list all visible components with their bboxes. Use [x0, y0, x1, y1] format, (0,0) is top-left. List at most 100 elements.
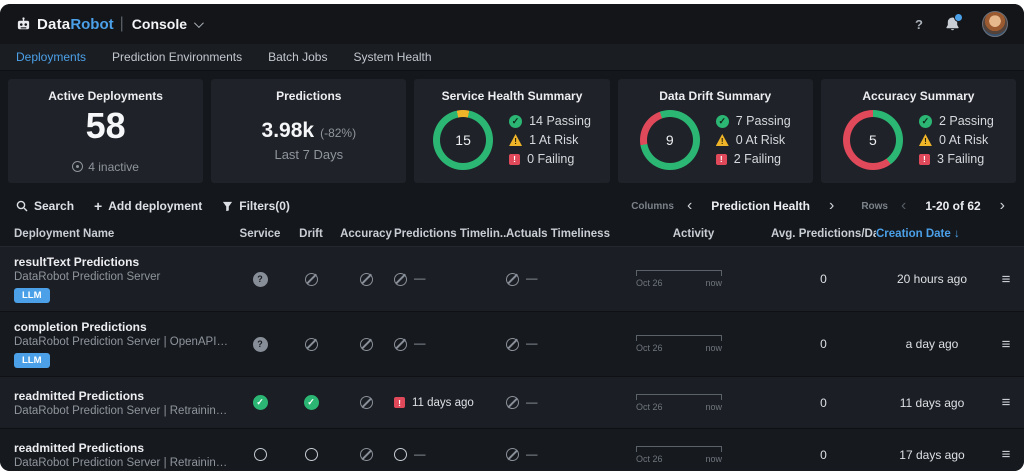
col-accuracy[interactable]: Accuracy — [338, 228, 394, 240]
rows-next-button[interactable]: › — [997, 198, 1008, 214]
brand-robot: Robot — [70, 16, 113, 33]
col-predictions-timeliness[interactable]: Predictions Timelin... — [394, 228, 506, 240]
tab-system-health[interactable]: System Health — [353, 50, 431, 64]
table-row[interactable]: readmitted PredictionsDataRobot Predicti… — [0, 377, 1024, 429]
card-title: Active Deployments — [48, 89, 163, 103]
notifications-button[interactable] — [945, 16, 960, 32]
predictions-timeliness-cell: — — [394, 338, 506, 351]
inactive-note: 4 inactive — [72, 160, 139, 174]
col-avg-predictions[interactable]: Avg. Predictions/Day — [771, 228, 876, 240]
row-menu-button[interactable]: ≡ — [988, 271, 1024, 288]
creation-date-value: a day ago — [876, 337, 988, 351]
creation-date-value: 17 days ago — [876, 448, 988, 462]
predictions-timeliness-cell: — — [394, 273, 506, 286]
inactive-icon — [72, 161, 83, 172]
row-menu-button[interactable]: ≡ — [988, 446, 1024, 463]
drift-status-cell: ✓ — [284, 395, 338, 410]
sort-down-icon: ↓ — [954, 228, 960, 240]
tab-deployments[interactable]: Deployments — [16, 50, 86, 64]
none-status-icon — [506, 396, 519, 409]
none-status-icon — [506, 273, 519, 286]
actuals-timeliness-cell: — — [506, 396, 616, 409]
console-switcher[interactable]: Console — [132, 16, 201, 32]
columns-prev-button[interactable]: ‹ — [684, 198, 695, 214]
drift-status-cell — [284, 448, 338, 461]
row-menu-button[interactable]: ≡ — [988, 336, 1024, 353]
avatar[interactable] — [982, 11, 1008, 37]
col-drift[interactable]: Drift — [284, 228, 338, 240]
actuals-timeliness-cell: — — [506, 338, 616, 351]
data-drift-legend: ✓7 Passing !0 At Risk !2 Failing — [716, 114, 791, 166]
deployment-name: readmitted Predictions — [14, 441, 236, 455]
timeliness-text: — — [414, 338, 426, 350]
legend-label: 0 At Risk — [939, 133, 988, 147]
table-row[interactable]: resultText PredictionsDataRobot Predicti… — [0, 247, 1024, 312]
creation-date-value: 20 hours ago — [876, 272, 988, 286]
inactive-label: 4 inactive — [88, 160, 139, 174]
failing-icon: ! — [716, 154, 727, 165]
add-deployment-label: Add deployment — [108, 199, 202, 213]
avg-predictions-value: 0 — [771, 337, 876, 351]
col-deployment-name[interactable]: Deployment Name — [14, 228, 236, 240]
card-title: Service Health Summary — [442, 89, 583, 103]
sparkline-plot — [636, 394, 722, 400]
legend-label: 1 At Risk — [529, 133, 578, 147]
table-row[interactable]: readmitted PredictionsDataRobot Predicti… — [0, 429, 1024, 471]
filters-button[interactable]: Filters(0) — [222, 199, 290, 213]
help-button[interactable]: ? — [915, 17, 923, 32]
timeliness-text: — — [526, 273, 538, 285]
passing-status-icon: ✓ — [304, 395, 319, 410]
col-creation-date[interactable]: Creation Date ↓ — [876, 228, 988, 240]
llm-badge: LLM — [14, 288, 50, 303]
datarobot-logo[interactable]: DataRobot — [16, 16, 114, 33]
deployment-subtitle: DataRobot Prediction Server | OpenAPI LL… — [14, 336, 229, 348]
deployments-table: resultText PredictionsDataRobot Predicti… — [0, 247, 1024, 471]
col-service[interactable]: Service — [236, 228, 284, 240]
deployment-name-cell: resultText PredictionsDataRobot Predicti… — [14, 255, 236, 303]
sparkline-end-label: now — [705, 454, 722, 464]
legend-label: 3 Failing — [937, 152, 984, 166]
sparkline-start-label: Oct 26 — [636, 278, 663, 288]
row-menu-button[interactable]: ≡ — [988, 394, 1024, 411]
activity-sparkline: Oct 26now — [636, 335, 722, 353]
passing-status-icon: ✓ — [253, 395, 268, 410]
failing-status-icon: ! — [394, 397, 405, 408]
none-status-icon — [360, 448, 373, 461]
actuals-timeliness-cell: — — [506, 273, 616, 286]
tab-batch-jobs[interactable]: Batch Jobs — [268, 50, 327, 64]
predictions-card: Predictions 3.98k (-82%) Last 7 Days — [211, 79, 406, 183]
none-status-icon — [305, 338, 318, 351]
add-deployment-button[interactable]: + Add deployment — [94, 198, 202, 214]
service-status-cell: ? — [236, 272, 284, 287]
legend-label: 7 Passing — [736, 114, 791, 128]
table-row[interactable]: completion PredictionsDataRobot Predicti… — [0, 312, 1024, 377]
tab-prediction-environments[interactable]: Prediction Environments — [112, 50, 242, 64]
col-actuals-timeliness[interactable]: Actuals Timeliness — [506, 228, 616, 240]
nav-tabs: Deployments Prediction Environments Batc… — [0, 44, 1024, 71]
active-deployments-card: Active Deployments 58 4 inactive — [8, 79, 203, 183]
legend-label: 2 Failing — [734, 152, 781, 166]
sparkline-plot — [636, 446, 722, 452]
sparkline-plot — [636, 335, 722, 341]
rows-prev-button[interactable]: ‹ — [898, 198, 909, 214]
sparkline-start-label: Oct 26 — [636, 343, 663, 353]
search-button[interactable]: Search — [16, 199, 74, 213]
activity-sparkline: Oct 26now — [636, 270, 722, 288]
rows-page-value: 1-20 of 62 — [919, 199, 986, 213]
brand-separator: | — [120, 15, 124, 33]
rows-label: Rows — [861, 201, 888, 212]
avg-predictions-value: 0 — [771, 396, 876, 410]
avg-predictions-value: 0 — [771, 272, 876, 286]
columns-next-button[interactable]: › — [826, 198, 837, 214]
filter-icon — [222, 201, 233, 212]
legend-label: 0 At Risk — [736, 133, 785, 147]
card-title: Accuracy Summary — [862, 89, 974, 103]
card-title: Data Drift Summary — [659, 89, 771, 103]
creation-date-value: 11 days ago — [876, 396, 988, 410]
timeliness-text: — — [526, 338, 538, 350]
deployment-subtitle: DataRobot Prediction Server — [14, 271, 229, 283]
top-bar: DataRobot | Console ? — [0, 4, 1024, 44]
search-label: Search — [34, 199, 74, 213]
col-activity[interactable]: Activity — [616, 228, 771, 240]
service-status-cell: ? — [236, 337, 284, 352]
